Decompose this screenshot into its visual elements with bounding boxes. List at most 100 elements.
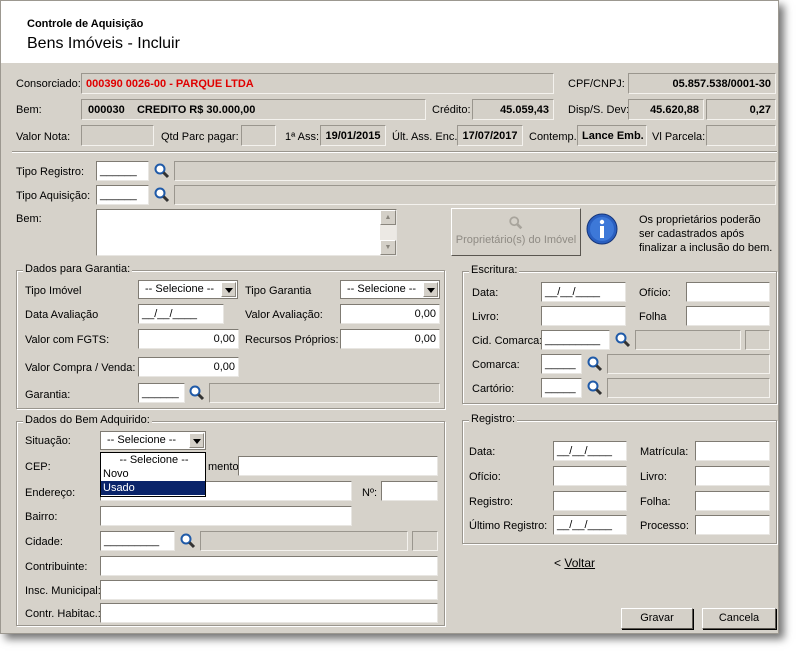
voltar-label: Voltar xyxy=(564,556,596,570)
cartorio-label: Cartório: xyxy=(472,383,515,395)
scroll-up-icon[interactable]: ▲ xyxy=(380,210,396,225)
chevron-down-icon[interactable] xyxy=(221,282,236,297)
registro-livro-input[interactable] xyxy=(695,466,770,486)
insc-municipal-input[interactable] xyxy=(100,580,438,600)
valor-fgts-input[interactable]: 0,00 xyxy=(138,329,239,349)
situacao-option[interactable]: -- Selecione -- xyxy=(101,453,205,467)
search-icon[interactable] xyxy=(614,331,632,349)
garantia-input[interactable]: ______ xyxy=(138,383,185,403)
vl-parcela-field xyxy=(706,125,776,146)
complemento-label: mento: xyxy=(208,461,242,473)
vl-parcela-label: Vl Parcela: xyxy=(652,131,706,143)
registro-data-input[interactable]: __/__/____ xyxy=(553,441,627,461)
registro-registro-input[interactable] xyxy=(553,491,627,511)
cartorio-input[interactable]: _____ xyxy=(541,378,582,398)
tipo-aquisicao-input[interactable]: ______ xyxy=(96,185,149,205)
cancela-button[interactable]: Cancela xyxy=(702,608,776,629)
situacao-dropdown-list: -- Selecione -- Novo Usado xyxy=(100,452,206,497)
disp-label: Disp/S. Dev: xyxy=(568,104,630,116)
comarca-input[interactable]: _____ xyxy=(541,354,582,374)
contribuinte-label: Contribuinte: xyxy=(25,561,88,573)
cpf-value: 05.857.538/0001-30 xyxy=(628,73,776,94)
matricula-label: Matrícula: xyxy=(640,446,689,458)
valor-nota-label: Valor Nota: xyxy=(16,131,71,143)
escritura-folha-label: Folha xyxy=(639,311,667,323)
situacao-option[interactable]: Novo xyxy=(101,467,205,481)
search-icon[interactable] xyxy=(586,355,604,373)
comarca-desc xyxy=(607,354,770,374)
search-icon[interactable] xyxy=(188,384,206,402)
situacao-select[interactable]: -- Selecione -- xyxy=(100,431,206,450)
search-icon[interactable] xyxy=(153,186,171,204)
disp-value: 45.620,88 xyxy=(628,99,704,120)
registro-folha-label: Folha: xyxy=(640,496,671,508)
cidade-uf xyxy=(412,531,438,551)
cid-comarca-input[interactable]: _________ xyxy=(541,330,610,350)
info-text-line: Os proprietários poderão xyxy=(639,214,761,226)
cep-label: CEP: xyxy=(25,461,51,473)
valor-compra-label: Valor Compra / Venda: xyxy=(25,362,136,374)
info-text-line: finalizar a inclusão do bem. xyxy=(639,242,773,254)
tipo-aquisicao-label: Tipo Aquisição: xyxy=(16,190,91,202)
contr-habitac-input[interactable] xyxy=(100,603,438,623)
gravar-button[interactable]: Gravar xyxy=(621,608,693,629)
processo-label: Processo: xyxy=(640,520,689,532)
bem-value: 000030 CREDITO R$ 30.000,00 xyxy=(81,99,426,120)
chevron-down-icon[interactable] xyxy=(189,433,204,448)
contr-habitac-label: Contr. Habitac.: xyxy=(25,608,101,620)
bairro-label: Bairro: xyxy=(25,511,58,523)
endereco-label: Endereço: xyxy=(25,487,76,499)
tipo-garantia-select[interactable]: -- Selecione -- xyxy=(340,280,440,299)
search-icon[interactable] xyxy=(586,379,604,397)
search-icon[interactable] xyxy=(179,532,197,550)
ultimo-registro-input[interactable]: __/__/____ xyxy=(553,515,627,535)
cartorio-desc xyxy=(607,378,770,398)
bem-desc: CREDITO R$ 30.000,00 xyxy=(136,104,256,116)
valor-compra-input[interactable]: 0,00 xyxy=(138,357,239,377)
situacao-option[interactable]: Usado xyxy=(101,481,205,495)
processo-input[interactable] xyxy=(695,515,770,535)
escritura-oficio-input[interactable] xyxy=(686,282,770,302)
tipo-registro-input[interactable]: ______ xyxy=(96,161,149,181)
registro-livro-label: Livro: xyxy=(640,471,667,483)
contribuinte-input[interactable] xyxy=(100,556,438,576)
garantia-title: Dados para Garantia: xyxy=(23,263,133,275)
insc-municipal-label: Insc. Municipal: xyxy=(25,585,101,597)
search-icon[interactable] xyxy=(153,162,171,180)
cidade-input[interactable]: _________ xyxy=(100,531,175,551)
tipo-registro-label: Tipo Registro: xyxy=(16,166,85,178)
bem-textarea[interactable] xyxy=(96,209,397,256)
garantia-desc xyxy=(209,383,440,403)
bairro-input[interactable] xyxy=(100,506,352,526)
registro-oficio-input[interactable] xyxy=(553,466,627,486)
scroll-down-icon[interactable]: ▼ xyxy=(380,240,396,255)
contemp-value: Lance Emb. xyxy=(577,125,647,146)
voltar-link[interactable]: < Voltar xyxy=(554,556,595,570)
bem-code: 000030 xyxy=(88,104,125,116)
escritura-livro-label: Livro: xyxy=(472,311,499,323)
escritura-livro-input[interactable] xyxy=(541,306,626,326)
consorciado-value: 000390 0026-00 - PARQUE LTDA xyxy=(81,73,554,94)
registro-title: Registro: xyxy=(469,413,518,425)
escritura-folha-input[interactable] xyxy=(686,306,770,326)
data-avaliacao-label: Data Avaliação xyxy=(25,309,99,321)
complemento-input[interactable] xyxy=(238,456,438,476)
escritura-data-input[interactable]: __/__/____ xyxy=(541,282,626,302)
valor-avaliacao-label: Valor Avaliação: xyxy=(245,309,323,321)
cid-comarca-uf xyxy=(745,330,770,350)
header: Controle de Aquisição Bens Imóveis - Inc… xyxy=(1,1,778,63)
valor-fgts-label: Valor com FGTS: xyxy=(25,334,110,346)
valor-avaliacao-input[interactable]: 0,00 xyxy=(340,304,440,324)
numero-input[interactable] xyxy=(381,481,438,501)
recursos-input[interactable]: 0,00 xyxy=(340,329,440,349)
search-icon xyxy=(509,216,523,230)
chevron-down-icon[interactable] xyxy=(423,282,438,297)
matricula-input[interactable] xyxy=(695,441,770,461)
tipo-imovel-select[interactable]: -- Selecione -- xyxy=(138,280,238,299)
registro-folha-input[interactable] xyxy=(695,491,770,511)
textarea-scrollbar[interactable]: ▲ ▼ xyxy=(380,210,396,255)
proprietarios-button[interactable]: Proprietário(s) do Imóvel xyxy=(451,208,581,256)
data-avaliacao-input[interactable]: __/__/____ xyxy=(138,304,224,324)
ultimo-registro-label: Último Registro: xyxy=(469,520,548,532)
ass1-value: 19/01/2015 xyxy=(320,125,386,146)
